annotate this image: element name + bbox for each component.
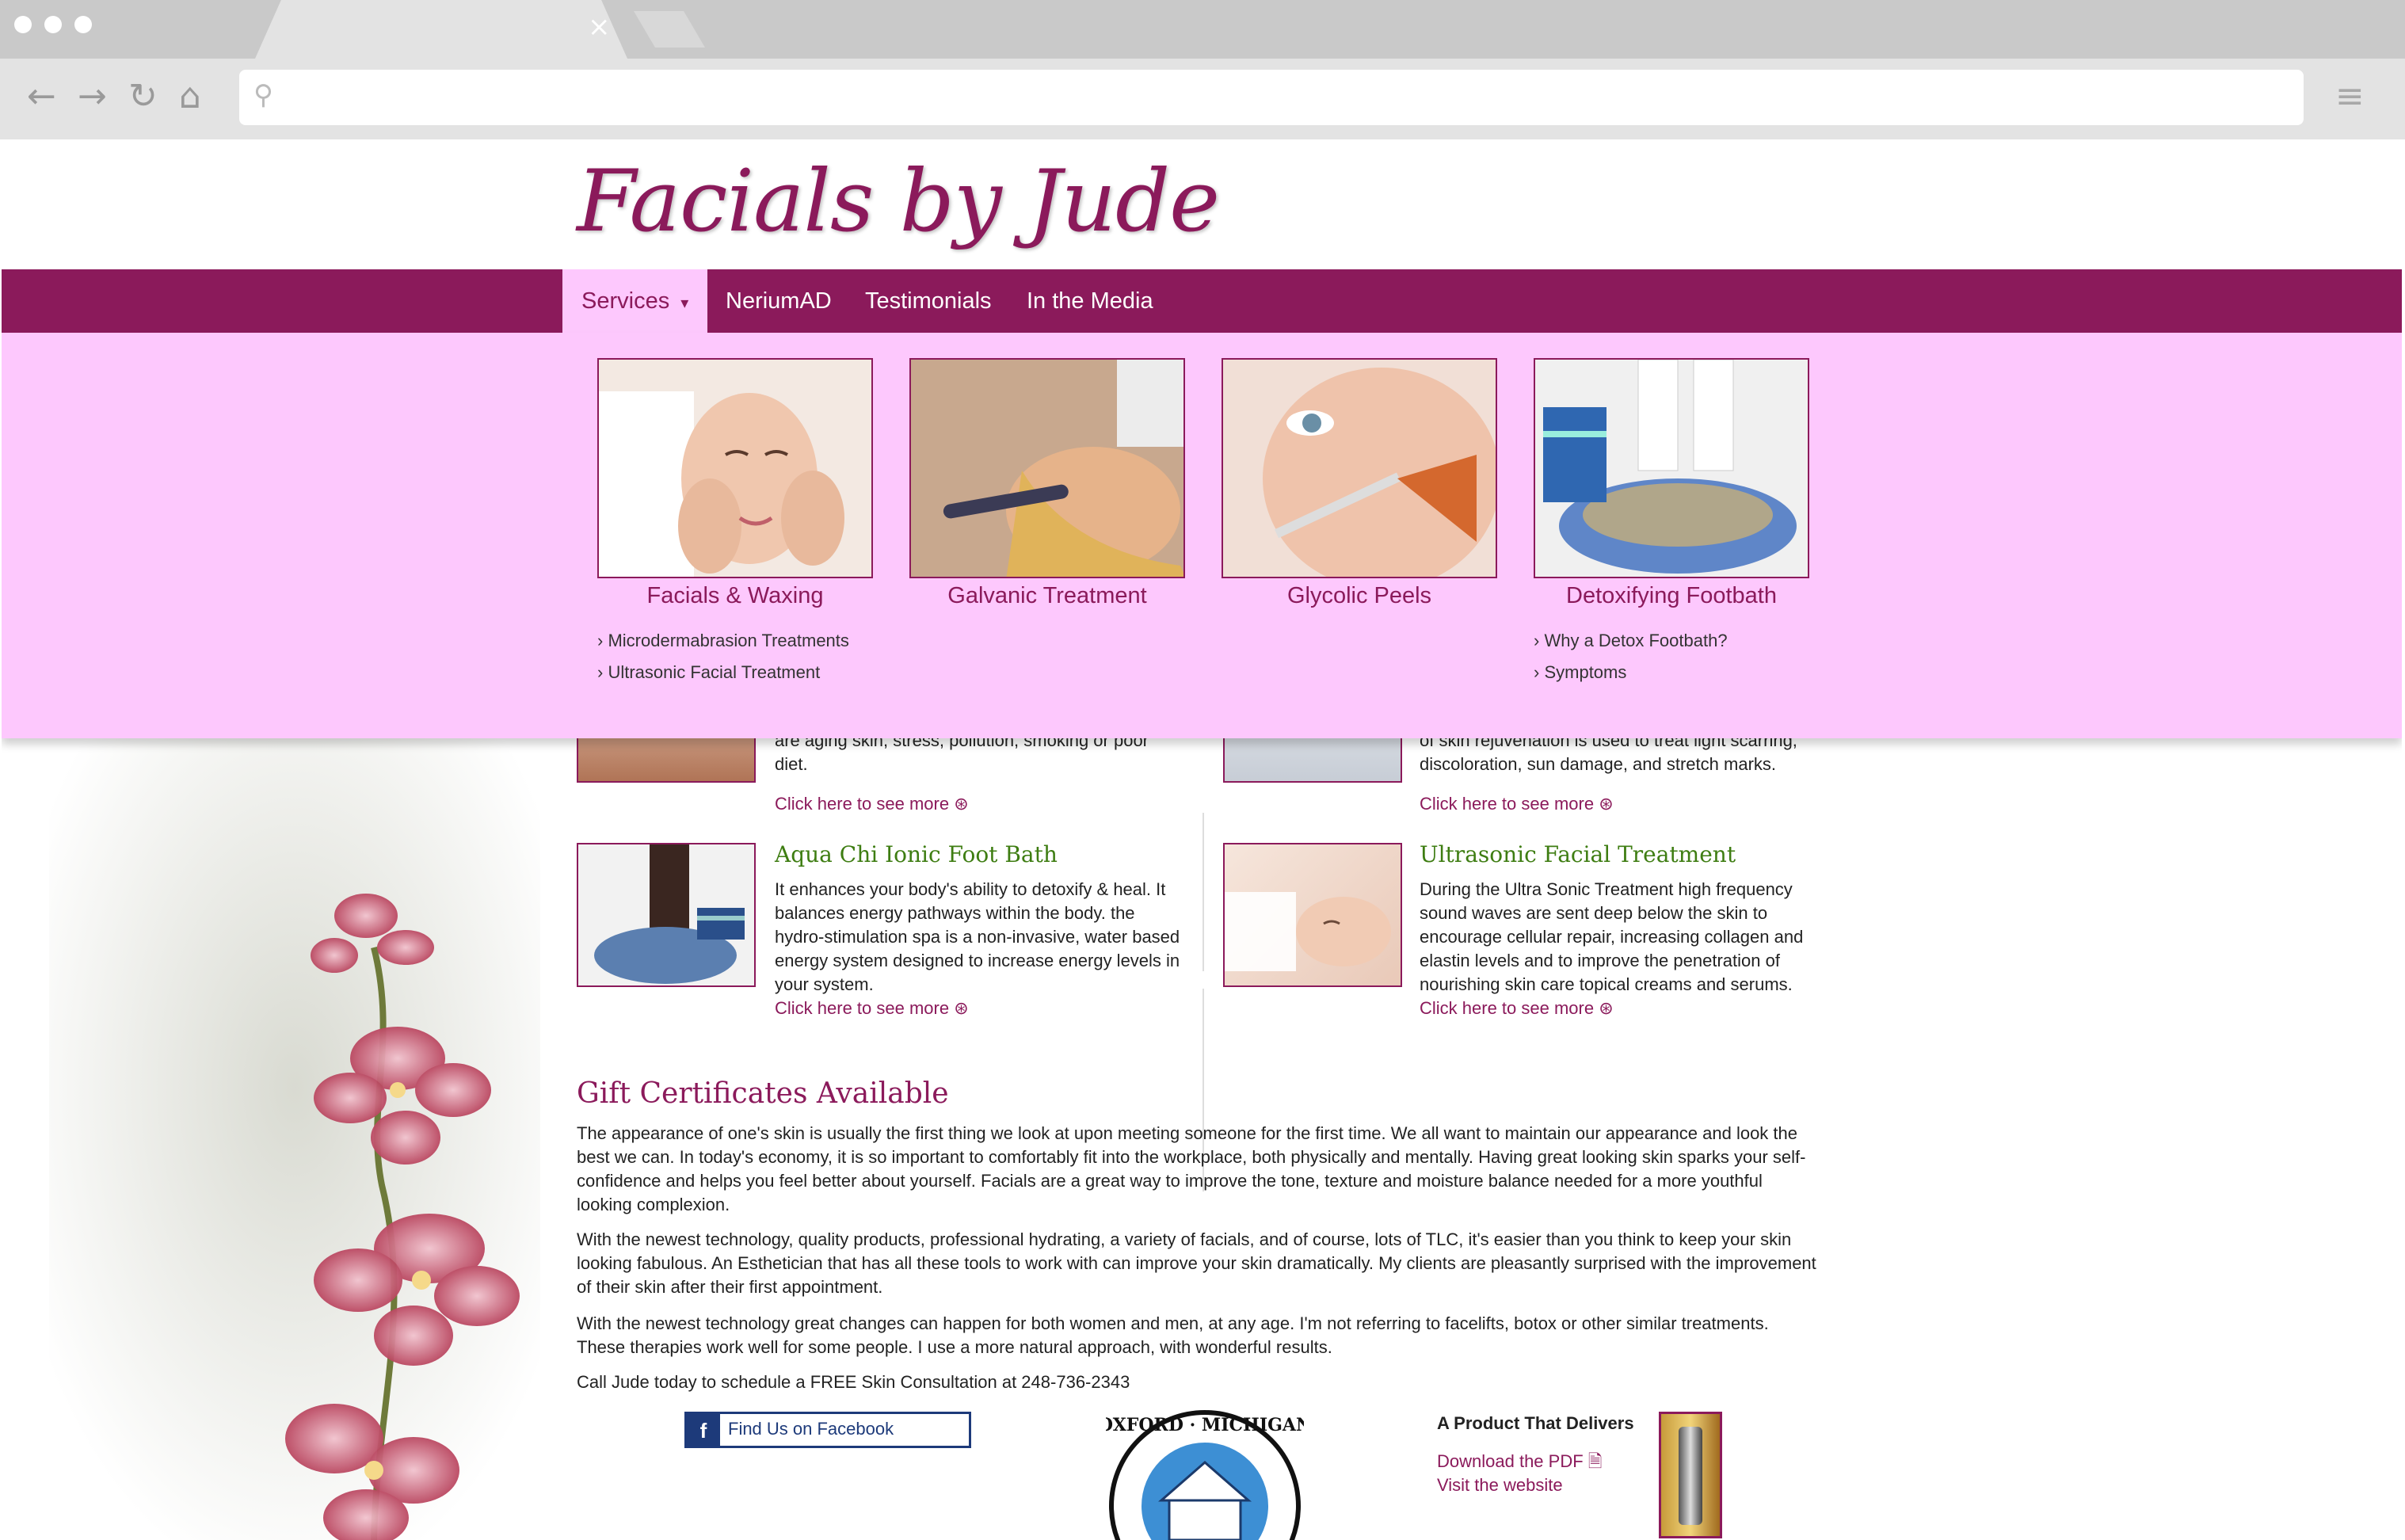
site-logo[interactable]: Facials by Jude [577, 152, 1220, 251]
nav-neriumad[interactable]: NeriumAD [707, 269, 851, 333]
facebook-button[interactable]: f Find Us on Facebook [684, 1412, 971, 1448]
nav-in-the-media[interactable]: In the Media [1008, 269, 1172, 333]
nav-services-label: Services [581, 288, 670, 314]
forward-arrow-icon[interactable]: → [78, 76, 107, 117]
paragraph-call: Call Jude today to schedule a FREE Skin … [577, 1372, 1130, 1392]
menu-card-footbath[interactable]: Detoxifying Footbath › Why a Detox Footb… [1534, 358, 1809, 688]
browser-tab[interactable]: × [255, 0, 627, 59]
visit-website-link[interactable]: Visit the website [1437, 1475, 1563, 1496]
caret-down-icon: ▾ [680, 295, 689, 312]
product-image[interactable] [1659, 1412, 1722, 1538]
main-nav: Services ▾ NeriumAD Testimonials In the … [2, 269, 2402, 333]
service-desc-aqua-chi: It enhances your body's ability to detox… [775, 879, 1180, 994]
submenu-ultrasonic[interactable]: › Ultrasonic Facial Treatment [597, 657, 873, 688]
menu-card-glycolic[interactable]: Glycolic Peels [1222, 358, 1497, 609]
service-thumb-footbath[interactable] [577, 843, 756, 987]
submenu-symptoms[interactable]: › Symptoms [1534, 657, 1809, 688]
menu-card-galvanic[interactable]: Galvanic Treatment [909, 358, 1185, 609]
badge-text: OXFORD · MICHIGAN [1106, 1415, 1304, 1435]
chevron-right-icon: › [1534, 662, 1540, 682]
product-heading: A Product That Delivers [1437, 1413, 1634, 1433]
footbath-submenu: › Why a Detox Footbath? › Symptoms [1534, 625, 1809, 688]
facials-submenu: › Microdermabrasion Treatments › Ultraso… [597, 625, 873, 688]
orchid-background-image [49, 710, 540, 1540]
nav-testimonials[interactable]: Testimonials [846, 269, 1011, 333]
service-title-ultrasonic[interactable]: Ultrasonic Facial Treatment [1420, 841, 1736, 867]
paragraph-2: With the newest technology, quality prod… [577, 1229, 1816, 1297]
see-more-link[interactable]: Click here to see more ⊛ [775, 998, 969, 1019]
submenu-microdermabrasion[interactable]: › Microdermabrasion Treatments [597, 625, 873, 657]
window-minimize-dot[interactable] [44, 16, 62, 33]
address-bar[interactable]: ⚲ [239, 70, 2304, 125]
menu-card-title[interactable]: Galvanic Treatment [909, 583, 1185, 609]
download-pdf-link[interactable]: Download the PDF 🗎 [1437, 1448, 1602, 1478]
arrow-circle-icon: ⊛ [1599, 794, 1614, 814]
new-tab-button[interactable] [634, 11, 705, 48]
pdf-file-icon: 🗎 [1587, 1451, 1603, 1471]
see-more-link[interactable]: Click here to see more ⊛ [1420, 794, 1614, 814]
window-maximize-dot[interactable] [74, 16, 92, 33]
reload-icon[interactable]: ↻ [128, 76, 158, 117]
gift-heading: Gift Certificates Available [577, 1077, 949, 1110]
see-more-link[interactable]: Click here to see more ⊛ [775, 794, 969, 814]
column-divider [1202, 813, 1204, 971]
home-icon[interactable]: ⌂ [179, 76, 201, 117]
submenu-why-detox[interactable]: › Why a Detox Footbath? [1534, 625, 1809, 657]
chevron-right-icon: › [597, 631, 604, 650]
chevron-right-icon: › [1534, 631, 1540, 650]
menu-card-title[interactable]: Glycolic Peels [1222, 583, 1497, 609]
galvanic-image[interactable] [909, 358, 1185, 578]
paragraph-1: The appearance of one's skin is usually … [577, 1123, 1806, 1214]
back-arrow-icon[interactable]: ← [27, 76, 56, 117]
arrow-circle-icon: ⊛ [954, 998, 969, 1018]
arrow-circle-icon: ⊛ [954, 794, 969, 814]
menu-card-title[interactable]: Detoxifying Footbath [1534, 583, 1809, 609]
oxford-michigan-badge[interactable]: OXFORD · MICHIGAN [1106, 1407, 1304, 1540]
facebook-icon: f [687, 1414, 720, 1446]
services-dropdown: Facials & Waxing › Microdermabrasion Tre… [2, 333, 2402, 738]
tab-close-icon[interactable]: × [588, 11, 611, 43]
service-desc-ultrasonic: During the Ultra Sonic Treatment high fr… [1420, 879, 1804, 994]
service-title-aqua-chi[interactable]: Aqua Chi Ionic Foot Bath [775, 841, 1058, 867]
menu-card-facials[interactable]: Facials & Waxing › Microdermabrasion Tre… [597, 358, 873, 688]
web-page: Facials by Jude Services ▾ NeriumAD Test… [2, 139, 2402, 1540]
see-more-link[interactable]: Click here to see more ⊛ [1420, 998, 1614, 1019]
facials-image[interactable] [597, 358, 873, 578]
chevron-right-icon: › [597, 662, 604, 682]
window-close-dot[interactable] [14, 16, 32, 33]
search-icon: ⚲ [253, 79, 273, 111]
facebook-label: Find Us on Facebook [728, 1419, 894, 1439]
browser-chrome: × ← → ↻ ⌂ ⚲ ≡ [0, 0, 2405, 139]
nav-services[interactable]: Services ▾ [562, 269, 708, 333]
arrow-circle-icon: ⊛ [1599, 998, 1614, 1018]
service-thumb-ultrasonic[interactable] [1223, 843, 1402, 987]
menu-icon[interactable]: ≡ [2335, 76, 2365, 117]
paragraph-3: With the newest technology great changes… [577, 1313, 1769, 1357]
footbath-image[interactable] [1534, 358, 1809, 578]
menu-card-title[interactable]: Facials & Waxing [597, 583, 873, 609]
glycolic-image[interactable] [1222, 358, 1497, 578]
